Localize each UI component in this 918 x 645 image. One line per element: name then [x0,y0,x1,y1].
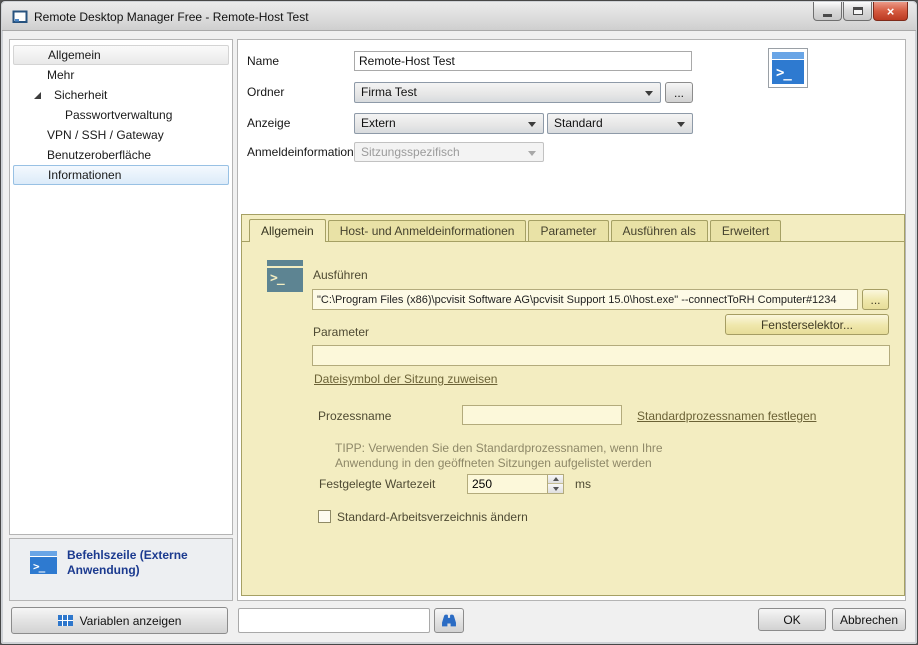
chevron-down-icon [528,151,536,160]
app-window-icon [12,10,28,27]
variables-grid-icon [58,615,73,626]
abbrechen-button[interactable]: Abbrechen [832,608,906,631]
titlebar[interactable]: Remote Desktop Manager Free - Remote-Hos… [2,2,916,31]
tab-erweitert[interactable]: Erweitert [710,220,781,241]
tab-allgemein[interactable]: Allgemein [249,219,326,242]
standardprozessnamen-link[interactable]: Standardprozessnamen festlegen [637,409,816,423]
chevron-down-icon [553,487,559,494]
tabstrip: Allgemein Host- und Anmeldeinformationen… [242,215,904,242]
tipp-text-line1: TIPP: Verwenden Sie den Standardprozessn… [335,441,663,455]
sidebar-item-allgemein[interactable]: Allgemein [13,45,229,65]
sidebar-item-vpn-ssh-gateway[interactable]: VPN / SSH / Gateway [13,125,229,145]
ordner-combobox[interactable]: Firma Test [354,82,661,103]
ok-button[interactable]: OK [758,608,826,631]
tab-ausfuehren-als[interactable]: Ausführen als [611,220,708,241]
sidebar-item-informationen[interactable]: Informationen [13,165,229,185]
ausfuehren-browse-button[interactable]: ... [862,289,889,310]
wartezeit-unit-label: ms [575,477,591,491]
parameter-input[interactable] [312,345,890,366]
chevron-up-icon [553,474,559,481]
window-title: Remote Desktop Manager Free - Remote-Hos… [34,10,309,24]
chevron-down-icon [528,122,536,131]
minimize-icon [823,14,832,17]
variablen-anzeigen-button[interactable]: Variablen anzeigen [11,607,228,634]
sidebar-item-benutzeroberflaeche[interactable]: Benutzeroberfläche [13,145,229,165]
tipp-text-line2: Anwendung in den geöffneten Sitzungen au… [335,456,652,470]
binoculars-icon [440,613,458,628]
standard-arbeitsverzeichnis-label: Standard-Arbeitsverzeichnis ändern [337,510,528,524]
ausfuehren-label: Ausführen [313,268,368,282]
prozessname-input[interactable] [462,405,622,425]
dialog-window: Remote Desktop Manager Free - Remote-Hos… [0,0,918,645]
ausfuehren-input[interactable] [312,289,858,310]
session-settings-panel: Allgemein Host- und Anmeldeinformationen… [241,214,905,596]
spinner-up-button[interactable] [548,475,563,484]
sidebar-item-sicherheit[interactable]: Sicherheit [13,85,229,105]
parameter-label: Parameter [313,325,369,339]
find-button[interactable] [434,608,464,633]
session-type-label: Befehlszeile (Externe Anwendung) [67,548,217,578]
wartezeit-input[interactable] [468,475,546,493]
chevron-down-icon [677,122,685,131]
anzeige-label: Anzeige [247,116,290,130]
close-button[interactable]: × [873,2,908,21]
settings-nav: Allgemein Mehr Sicherheit Passwortverwal… [9,39,233,535]
tab-host-und-anmeldeinformationen[interactable]: Host- und Anmeldeinformationen [328,220,527,241]
ordner-browse-button[interactable]: ... [665,82,693,103]
name-input[interactable] [354,51,692,71]
dateisymbol-link[interactable]: Dateisymbol der Sitzung zuweisen [314,372,497,386]
prozessname-label: Prozessname [318,409,391,423]
maximize-icon [853,7,863,15]
search-input[interactable] [238,608,430,633]
tree-expanded-icon[interactable] [34,92,41,99]
spinner-down-button[interactable] [548,484,563,493]
anmeldeinformationen-combobox: Sitzungsspezifisch [354,142,544,162]
minimize-button[interactable] [813,2,842,21]
anzeige-combobox[interactable]: Extern [354,113,544,134]
anmeldeinformationen-label: Anmeldeinformationen [247,145,367,159]
chevron-down-icon [645,91,653,100]
terminal-icon: >_ [267,260,303,292]
close-icon: × [887,4,895,19]
sidebar-item-passwortverwaltung[interactable]: Passwortverwaltung [13,105,229,125]
sidebar-item-mehr[interactable]: Mehr [13,65,229,85]
name-label: Name [247,54,279,68]
standard-arbeitsverzeichnis-checkbox[interactable] [318,510,331,523]
wartezeit-label: Festgelegte Wartezeit [319,477,435,491]
ordner-label: Ordner [247,85,284,99]
session-console-icon: >_ [768,48,808,88]
wartezeit-spinner[interactable] [467,474,564,494]
console-icon: >_ [30,551,57,574]
fensterselektor-button[interactable]: Fensterselektor... [725,314,889,335]
maximize-button[interactable] [843,2,872,21]
tab-parameter[interactable]: Parameter [528,220,608,241]
session-type-box: >_ Befehlszeile (Externe Anwendung) [9,538,233,601]
anzeige-mode-combobox[interactable]: Standard [547,113,693,134]
